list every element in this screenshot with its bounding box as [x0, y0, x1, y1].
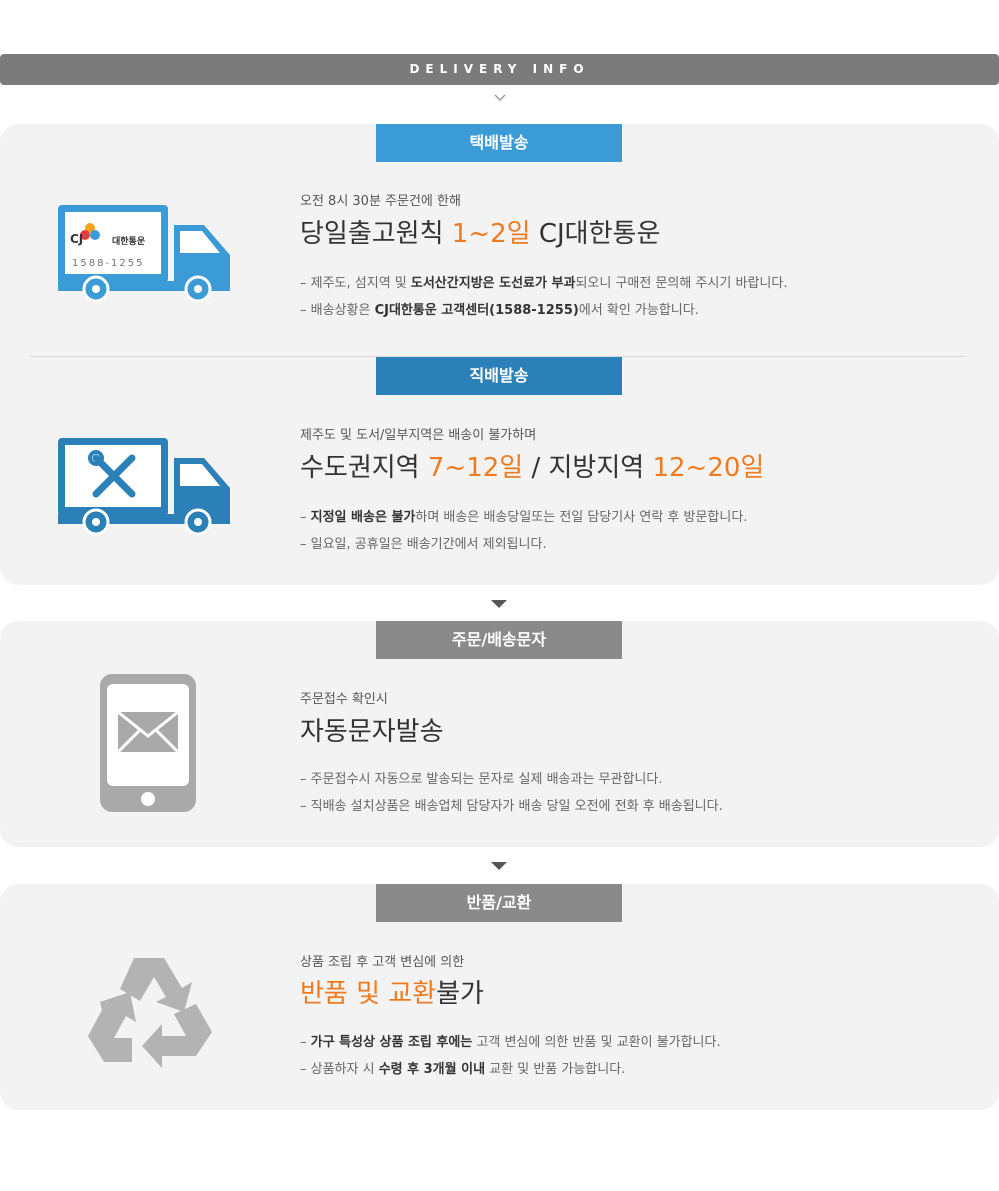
section-subtitle: 제주도 및 도서/일부지역은 배송이 불가하며: [300, 428, 537, 443]
delivery-info-header: DELIVERY INFO: [0, 54, 999, 85]
info-line: – 주문접수시 자동으로 발송되는 문자로 실제 배송과는 무관합니다.: [300, 772, 663, 787]
phone-message-icon: [100, 674, 196, 812]
banner-order-sms: 주문/배송문자: [376, 621, 622, 659]
section-headline: 자동문자발송: [300, 717, 444, 747]
section-headline: 수도권지역 7~12일 / 지방지역 12~20일: [300, 453, 765, 483]
info-line: – 지정일 배송은 불가하며 배송은 배송당일또는 전일 담당기사 연락 후 방…: [300, 510, 748, 525]
section-subtitle: 주문접수 확인시: [300, 692, 388, 707]
truck-logo-name: 대한통운: [112, 237, 146, 247]
banner-direct-delivery: 직배발송: [376, 357, 622, 395]
info-line: – 일요일, 공휴일은 배송기간에서 제외됩니다.: [300, 537, 547, 552]
arrow-down-icon: [491, 600, 507, 608]
banner-return-exchange: 반품/교환: [376, 884, 622, 922]
truck-logo-phone: 1588-1255: [72, 258, 145, 269]
section-headline: 당일출고원칙 1~2일 CJ대한통운: [300, 219, 661, 249]
section-subtitle: 상품 조립 후 고객 변심에 의한: [300, 955, 465, 970]
info-line: – 가구 특성상 상품 조립 후에는 고객 변심에 의한 반품 및 교환이 불가…: [300, 1035, 721, 1050]
section-subtitle: 오전 8시 30분 주문건에 한해: [300, 194, 461, 209]
info-line: – 직배송 설치상품은 배송업체 담당자가 배송 당일 오전에 전화 후 배송됩…: [300, 799, 723, 814]
truck-logo-brand: CJ: [70, 232, 84, 246]
banner-courier: 택배발송: [376, 124, 622, 162]
cj-delivery-truck-icon: [58, 205, 230, 303]
arrow-down-icon: [491, 862, 507, 870]
tools-truck-icon: [58, 438, 230, 536]
section-headline: 반품 및 교환불가: [300, 979, 484, 1009]
info-line: – 배송상황은 CJ대한통운 고객센터(1588-1255)에서 확인 가능합니…: [300, 303, 699, 318]
recycle-icon: [88, 958, 212, 1068]
info-line: – 제주도, 섬지역 및 도서산간지방은 도선료가 부과되오니 구매전 문의해 …: [300, 276, 788, 291]
info-line: – 상품하자 시 수령 후 3개월 이내 교환 및 반품 가능합니다.: [300, 1062, 626, 1077]
chevron-down-icon: [494, 94, 506, 101]
